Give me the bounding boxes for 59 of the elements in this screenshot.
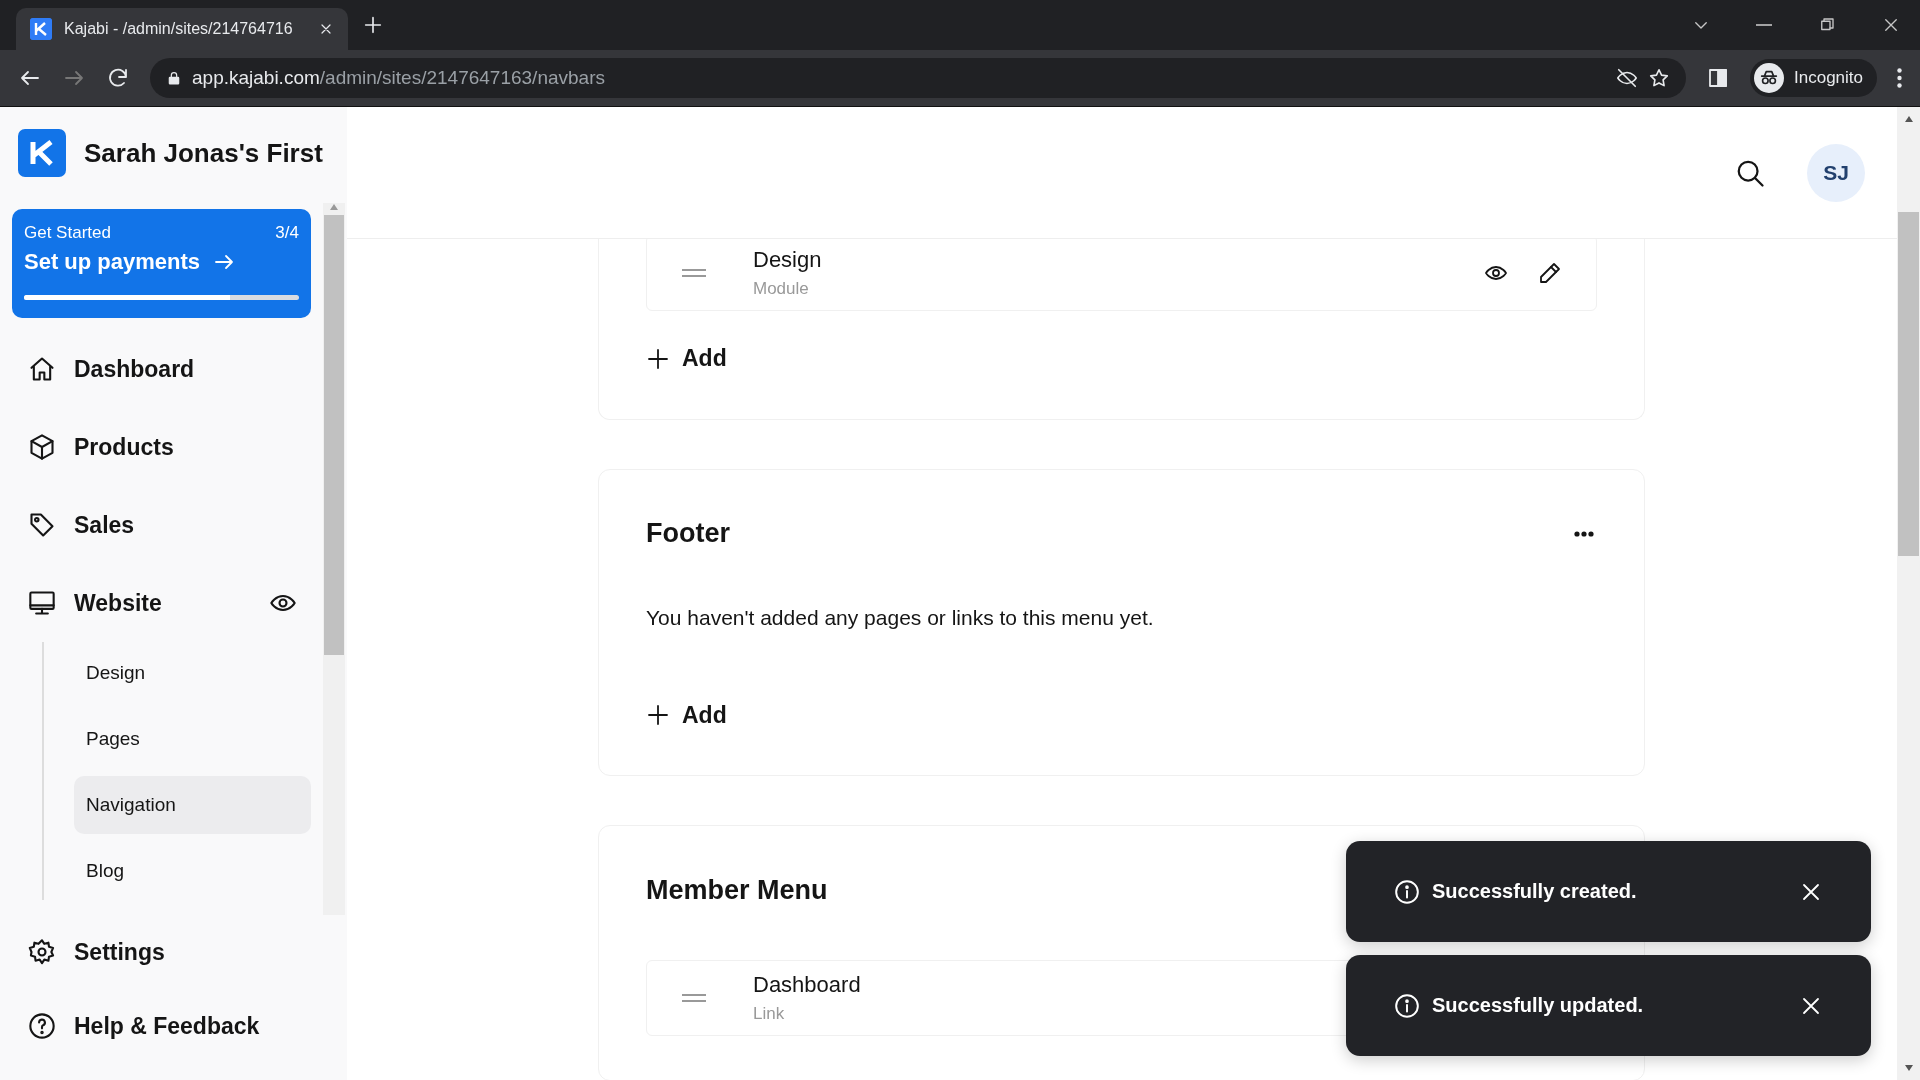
- nav-item[interactable]: Settings: [12, 915, 347, 989]
- close-icon: [1882, 16, 1900, 34]
- cube-icon: [28, 433, 56, 461]
- address-bar[interactable]: app.kajabi.com/admin/sites/2147647163/navbars: [150, 58, 1686, 98]
- item-title: Design: [753, 247, 822, 273]
- nav-item[interactable]: Help & Feedback: [12, 989, 347, 1063]
- scroll-up-icon[interactable]: [1903, 115, 1914, 123]
- settings-icon: [28, 938, 56, 966]
- tag-icon: [28, 511, 56, 539]
- new-tab-icon: [362, 14, 384, 36]
- reload-icon: [106, 66, 130, 90]
- house-icon: [28, 355, 56, 383]
- browser-tab[interactable]: Kajabi - /admin/sites/214764716: [16, 8, 348, 50]
- lock-icon: [166, 70, 182, 86]
- scroll-down-icon[interactable]: [1903, 1064, 1914, 1072]
- nav-item[interactable]: Sales: [12, 486, 311, 564]
- tab-title: Kajabi - /admin/sites/214764716: [64, 20, 294, 38]
- side-panel-icon: [1706, 66, 1730, 90]
- nav-item[interactable]: Dashboard: [12, 330, 311, 408]
- plus-icon: [646, 703, 670, 727]
- card-title: Set up payments: [24, 249, 201, 275]
- scrollbar[interactable]: [323, 203, 345, 915]
- drag-handle-icon[interactable]: [681, 268, 707, 278]
- eye-slash-icon: [1616, 67, 1638, 89]
- item-type: Module: [753, 279, 810, 299]
- monitor-icon: [28, 589, 56, 617]
- subnav-item[interactable]: Blog: [74, 842, 311, 900]
- menu-title: Member Menu: [646, 874, 828, 906]
- user-avatar[interactable]: SJ: [1807, 143, 1865, 202]
- empty-message: You haven't added any pages or links to this menu yet.: [646, 605, 1155, 630]
- site-logo: [18, 129, 66, 177]
- star-icon: [1648, 67, 1670, 89]
- help-icon: [28, 1012, 56, 1040]
- card-label: Get Started: [24, 223, 111, 243]
- subnav-item[interactable]: Navigation: [74, 776, 311, 834]
- add-button[interactable]: Add: [646, 345, 727, 372]
- pencil-icon: [1538, 261, 1562, 285]
- info-icon: [1394, 992, 1420, 1019]
- add-button[interactable]: Add: [646, 701, 727, 729]
- more-icon[interactable]: [1897, 68, 1902, 88]
- item-type: Link: [753, 1004, 786, 1024]
- more-icon[interactable]: [1571, 530, 1597, 537]
- profile-button[interactable]: Incognito: [1750, 59, 1877, 97]
- site-name: Sarah Jonas's First: [84, 137, 323, 169]
- item-title: Dashboard: [753, 972, 861, 998]
- step-count: 3/4: [275, 223, 299, 243]
- kajabi-logo-icon: [30, 18, 52, 40]
- nav-item[interactable]: Website: [12, 564, 311, 642]
- plus-icon: [646, 346, 670, 371]
- get-started-card[interactable]: Get Started 3/4 Set up payments: [12, 209, 311, 318]
- subnav-item[interactable]: Design: [74, 644, 311, 702]
- menu-item-row[interactable]: Design Module: [646, 239, 1597, 311]
- subnav-item[interactable]: Pages: [74, 710, 311, 768]
- info-icon: [1394, 878, 1420, 905]
- nav-item[interactable]: Products: [12, 408, 311, 486]
- menu-title: Footer: [646, 518, 730, 549]
- drag-handle-icon[interactable]: [681, 993, 707, 1003]
- toast-message: Successfully created.: [1432, 880, 1638, 903]
- scrollbar[interactable]: [1897, 107, 1920, 1080]
